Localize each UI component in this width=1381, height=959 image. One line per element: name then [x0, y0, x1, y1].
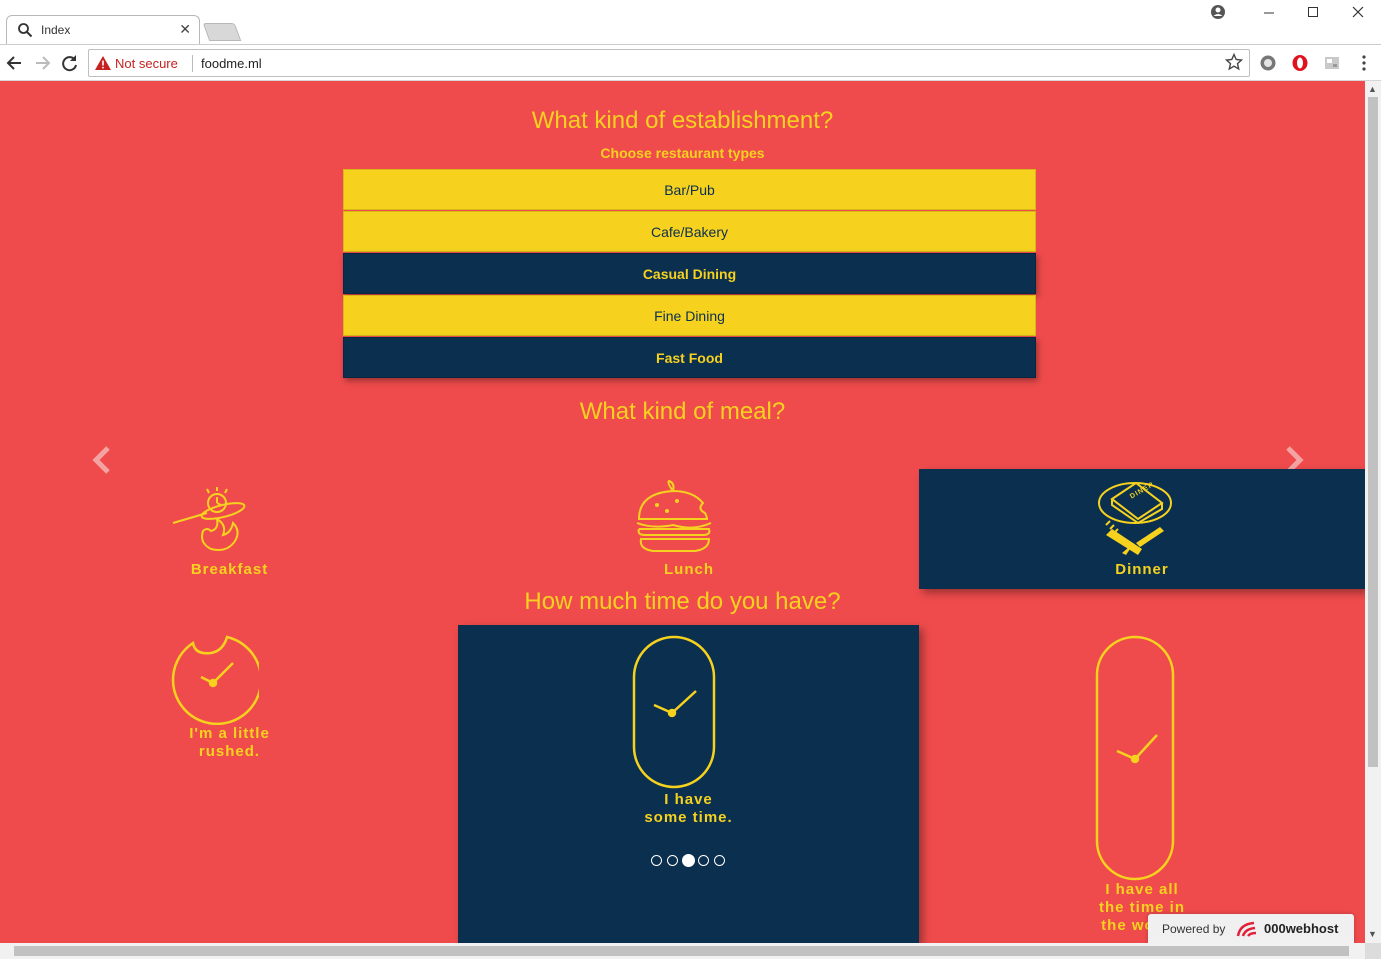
- reload-icon[interactable]: [59, 53, 81, 73]
- pagination-dot[interactable]: [651, 855, 662, 866]
- browser-tab-bar: Index ✕: [0, 0, 1381, 44]
- time-card-some-time[interactable]: I have some time.: [458, 625, 919, 943]
- webhost-brand: 000webhost: [1264, 921, 1339, 936]
- security-status[interactable]: Not secure: [115, 56, 178, 71]
- burger-icon: [636, 479, 712, 552]
- profile-icon[interactable]: [1203, 2, 1233, 22]
- pagination-dot[interactable]: [667, 855, 678, 866]
- meal-label-lunch: Lunch: [664, 561, 714, 578]
- meal-card-dinner[interactable]: DINER Dinner: [919, 469, 1365, 589]
- scroll-down-icon[interactable]: ▼: [1368, 929, 1377, 939]
- type-option-bar-pub[interactable]: Bar/Pub: [343, 169, 1036, 210]
- long-clock-icon: [1095, 635, 1175, 881]
- powered-by-text: Powered by: [1162, 922, 1226, 936]
- url-text[interactable]: foodme.ml: [201, 56, 262, 71]
- meal-card-breakfast[interactable]: Breakfast: [0, 469, 459, 589]
- short-clock-icon: [171, 635, 259, 725]
- browser-tab[interactable]: Index ✕: [6, 15, 200, 44]
- browser-toolbar: Not secure foodme.ml: [0, 44, 1381, 81]
- warning-icon: [95, 56, 111, 70]
- page-viewport: What kind of establishment? Choose resta…: [0, 81, 1365, 943]
- address-bar[interactable]: Not secure foodme.ml: [88, 49, 1250, 77]
- type-option-fast-food[interactable]: Fast Food: [343, 337, 1036, 378]
- meal-card-lunch[interactable]: Lunch: [459, 469, 919, 589]
- minimize-icon[interactable]: [1254, 2, 1284, 22]
- meal-label-dinner: Dinner: [1115, 561, 1169, 578]
- powered-by-badge[interactable]: Powered by 000webhost: [1148, 914, 1354, 943]
- new-tab-button[interactable]: [202, 23, 242, 41]
- establishment-heading: What kind of establishment?: [531, 107, 834, 134]
- scrollbar-corner: [1365, 943, 1381, 959]
- vertical-scrollbar[interactable]: ▲ ▼: [1365, 81, 1381, 943]
- horizontal-scrollbar[interactable]: [0, 943, 1365, 959]
- tab-title: Index: [41, 23, 71, 37]
- restaurant-type-list: Bar/Pub Cafe/Bakery Casual Dining Fine D…: [343, 169, 1036, 379]
- maximize-icon[interactable]: [1298, 2, 1328, 22]
- type-option-casual-dining[interactable]: Casual Dining: [343, 253, 1036, 294]
- time-card-rushed[interactable]: I'm a little rushed.: [0, 625, 459, 943]
- time-label-some-time-line1: I have: [664, 791, 713, 808]
- tab-close-icon[interactable]: ✕: [179, 21, 191, 37]
- carousel-pagination: [651, 853, 731, 867]
- time-label-rushed: I'm a little rushed.: [0, 725, 459, 761]
- scroll-up-icon[interactable]: ▲: [1368, 84, 1377, 94]
- time-label-all-time-line1: I have all: [1105, 881, 1179, 898]
- time-label-some-time: I have some time.: [458, 791, 919, 827]
- webhost-logo-icon: [1236, 921, 1257, 937]
- time-label-rushed-line2: rushed.: [198, 743, 261, 760]
- time-label-rushed-line1: I'm a little: [189, 725, 270, 742]
- opera-icon[interactable]: [1291, 54, 1309, 72]
- meal-heading: What kind of meal?: [579, 398, 786, 425]
- close-window-icon[interactable]: [1343, 2, 1373, 22]
- forward-arrow-icon[interactable]: [31, 53, 53, 73]
- time-label-some-time-line2: some time.: [644, 809, 733, 826]
- address-separator: [192, 55, 193, 72]
- extension-circle-icon[interactable]: [1259, 54, 1277, 72]
- type-option-cafe-bakery[interactable]: Cafe/Bakery: [343, 211, 1036, 252]
- bookmark-star-icon[interactable]: [1225, 53, 1243, 71]
- time-card-all-time[interactable]: I have all the time in the world!: [919, 625, 1365, 943]
- breakfast-icon: [172, 487, 246, 551]
- search-icon: [18, 23, 33, 38]
- vertical-scroll-thumb[interactable]: [1368, 97, 1378, 767]
- pagination-dot-active[interactable]: [682, 854, 695, 867]
- horizontal-scroll-thumb[interactable]: [14, 946, 1349, 956]
- establishment-subheading: Choose restaurant types: [600, 145, 765, 161]
- meal-label-breakfast: Breakfast: [190, 561, 269, 578]
- extension-grid-icon[interactable]: [1323, 54, 1341, 72]
- pagination-dot[interactable]: [714, 855, 725, 866]
- type-option-fine-dining[interactable]: Fine Dining: [343, 295, 1036, 336]
- dinner-icon: DINER: [1098, 481, 1172, 555]
- pagination-dot[interactable]: [698, 855, 709, 866]
- medium-clock-icon: [632, 635, 716, 789]
- back-arrow-icon[interactable]: [4, 53, 26, 73]
- menu-dots-icon[interactable]: [1355, 54, 1373, 72]
- time-heading: How much time do you have?: [524, 588, 841, 615]
